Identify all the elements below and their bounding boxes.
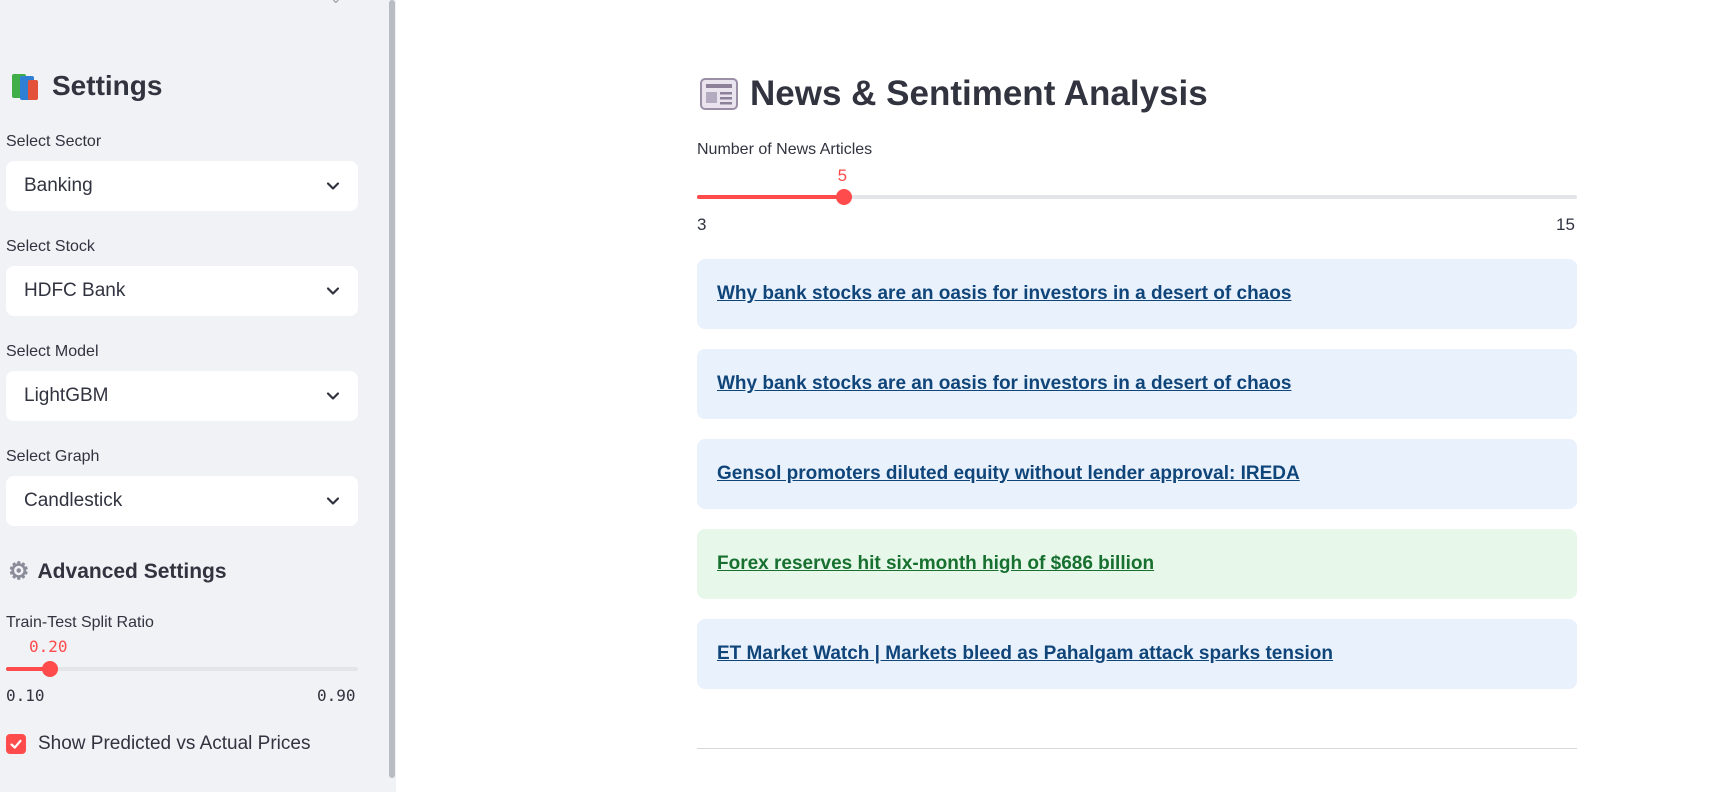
divider xyxy=(697,748,1577,749)
stock-label: Select Stock xyxy=(6,238,95,255)
news-card: Why bank stocks are an oasis for investo… xyxy=(697,349,1577,419)
advanced-settings-heading: ⚙ Advanced Settings xyxy=(8,560,227,584)
news-count-slider-fill xyxy=(697,195,844,199)
books-icon xyxy=(10,70,42,102)
graph-label: Select Graph xyxy=(6,448,100,465)
news-card: ET Market Watch | Markets bleed as Pahal… xyxy=(697,619,1577,689)
newspaper-icon xyxy=(700,78,738,110)
split-ratio-slider-track[interactable] xyxy=(6,667,358,671)
news-article-link[interactable]: Why bank stocks are an oasis for investo… xyxy=(717,373,1291,395)
checkmark-icon xyxy=(10,739,22,749)
sector-label: Select Sector xyxy=(6,133,102,150)
gear-icon: ⚙ xyxy=(8,558,30,585)
sector-select[interactable]: Banking xyxy=(6,161,358,211)
page-title-text: News & Sentiment Analysis xyxy=(750,74,1208,113)
chevron-down-icon xyxy=(326,392,340,400)
split-ratio-slider-thumb[interactable] xyxy=(42,661,58,677)
page-title: News & Sentiment Analysis xyxy=(700,74,1208,114)
news-count-label: Number of News Articles xyxy=(697,141,873,158)
model-label: Select Model xyxy=(6,343,99,360)
chevron-down-icon xyxy=(326,287,340,295)
news-article-link[interactable]: Forex reserves hit six-month high of $68… xyxy=(717,553,1154,575)
chevron-down-icon xyxy=(326,182,340,190)
news-count-slider-thumb[interactable] xyxy=(835,189,852,205)
split-ratio-label: Train-Test Split Ratio xyxy=(6,614,154,631)
news-article-link[interactable]: ET Market Watch | Markets bleed as Pahal… xyxy=(717,643,1333,665)
model-select[interactable]: LightGBM xyxy=(6,371,358,421)
split-ratio-max: 0.90 xyxy=(317,686,356,705)
split-ratio-min: 0.10 xyxy=(6,686,45,705)
sector-value: Banking xyxy=(24,175,93,196)
chevron-down-icon xyxy=(326,497,340,505)
news-card: Why bank stocks are an oasis for investo… xyxy=(697,259,1577,329)
show-predicted-checkbox-row[interactable]: Show Predicted vs Actual Prices xyxy=(6,733,310,755)
news-article-link[interactable]: Gensol promoters diluted equity without … xyxy=(717,463,1300,485)
stock-value: HDFC Bank xyxy=(24,280,126,301)
news-count-min: 3 xyxy=(697,215,707,234)
news-count-value: 5 xyxy=(837,166,848,185)
split-ratio-value: 0.20 xyxy=(29,637,68,656)
advanced-settings-text: Advanced Settings xyxy=(37,560,227,583)
sidebar-scrollbar[interactable] xyxy=(389,0,395,778)
model-value: LightGBM xyxy=(24,385,109,406)
graph-value: Candlestick xyxy=(24,490,123,511)
show-predicted-checkbox[interactable] xyxy=(6,734,26,754)
sidebar-title-text: Settings xyxy=(52,70,163,101)
news-card-positive: Forex reserves hit six-month high of $68… xyxy=(697,529,1577,599)
news-count-max: 15 xyxy=(1556,215,1575,234)
collapse-sidebar-icon[interactable]: ⌄ xyxy=(330,0,344,6)
news-article-link[interactable]: Why bank stocks are an oasis for investo… xyxy=(717,283,1291,305)
graph-select[interactable]: Candlestick xyxy=(6,476,358,526)
show-predicted-label: Show Predicted vs Actual Prices xyxy=(38,733,311,754)
sidebar: ⌄ Settings Select Sector Banking Select … xyxy=(0,0,396,792)
news-card: Gensol promoters diluted equity without … xyxy=(697,439,1577,509)
stock-select[interactable]: HDFC Bank xyxy=(6,266,358,316)
sidebar-title: Settings xyxy=(10,70,162,102)
